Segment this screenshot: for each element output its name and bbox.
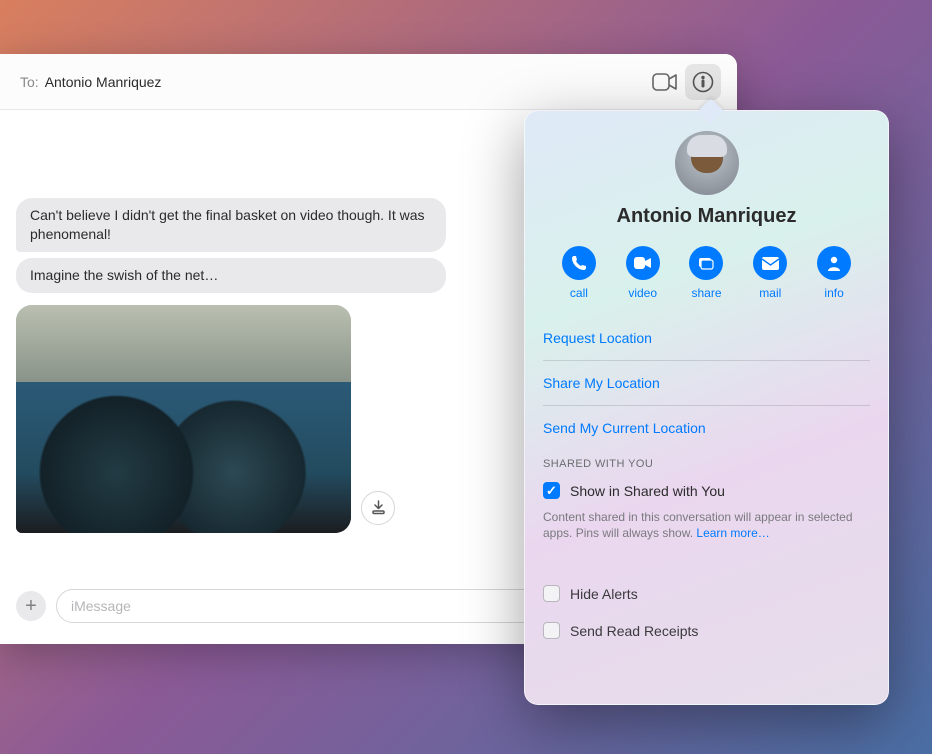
avatar[interactable]	[675, 131, 739, 195]
details-button[interactable]	[685, 64, 721, 100]
actions-row: call video share mail info	[525, 246, 888, 300]
share-icon	[698, 256, 714, 270]
hide-alerts-label: Hide Alerts	[570, 586, 638, 602]
shared-with-you-header: SHARED WITH YOU	[543, 458, 870, 470]
to-label: To:	[20, 74, 39, 90]
person-icon	[826, 255, 842, 271]
show-in-shared-label: Show in Shared with You	[570, 483, 725, 499]
download-button[interactable]	[361, 491, 395, 525]
share-screen-button[interactable]: share	[675, 246, 739, 300]
contact-info-button[interactable]: info	[802, 246, 866, 300]
received-message[interactable]: Can't believe I didn't get the final bas…	[16, 198, 446, 252]
mail-button[interactable]: mail	[738, 246, 802, 300]
hide-alerts-row[interactable]: Hide Alerts	[543, 575, 870, 612]
phone-icon	[571, 255, 587, 271]
conversation-header: To: Antonio Manriquez	[0, 54, 737, 110]
send-read-receipts-row[interactable]: Send Read Receipts	[543, 612, 870, 649]
request-location-link[interactable]: Request Location	[543, 316, 870, 361]
contact-name: Antonio Manriquez	[525, 205, 888, 228]
video-call-button[interactable]: video	[611, 246, 675, 300]
info-icon	[692, 71, 714, 93]
send-read-receipts-checkbox[interactable]	[543, 622, 560, 639]
image-attachment[interactable]	[16, 305, 351, 533]
learn-more-link[interactable]: Learn more…	[696, 526, 769, 540]
show-in-shared-row[interactable]: Show in Shared with You	[543, 478, 870, 509]
mail-icon	[762, 257, 779, 270]
facetime-button[interactable]	[647, 64, 683, 100]
mail-label: mail	[759, 286, 781, 300]
video-label: video	[628, 286, 657, 300]
call-label: call	[570, 286, 588, 300]
video-icon	[634, 257, 651, 269]
download-icon	[371, 500, 386, 515]
show-in-shared-checkbox[interactable]	[543, 482, 560, 499]
to-recipient: Antonio Manriquez	[45, 74, 162, 90]
shared-description: Content shared in this conversation will…	[543, 509, 870, 555]
call-button[interactable]: call	[547, 246, 611, 300]
plus-icon: +	[25, 595, 37, 618]
hide-alerts-checkbox[interactable]	[543, 585, 560, 602]
info-label: info	[824, 286, 843, 300]
details-popover: Antonio Manriquez call video share mail …	[524, 110, 889, 705]
attachments-button[interactable]: +	[16, 591, 46, 621]
send-read-receipts-label: Send Read Receipts	[570, 623, 698, 639]
received-message[interactable]: Imagine the swish of the net…	[16, 258, 446, 293]
video-icon	[652, 73, 678, 91]
share-my-location-link[interactable]: Share My Location	[543, 361, 870, 406]
share-label: share	[691, 286, 721, 300]
send-current-location-link[interactable]: Send My Current Location	[543, 406, 870, 444]
